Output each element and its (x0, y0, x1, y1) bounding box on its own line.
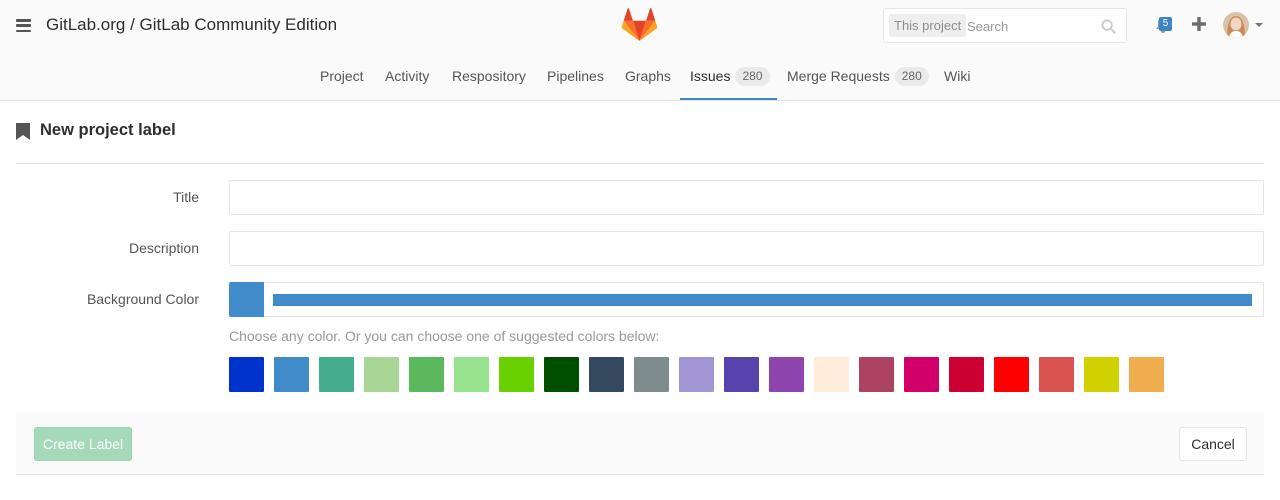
color-swatch[interactable] (319, 357, 354, 392)
color-swatch[interactable] (949, 357, 984, 392)
color-swatch[interactable] (229, 357, 264, 392)
chevron-down-icon[interactable] (1255, 23, 1263, 27)
tab-activity[interactable]: Activity (385, 52, 429, 100)
color-swatch[interactable] (724, 357, 759, 392)
color-swatch[interactable] (544, 357, 579, 392)
page-title-text: New project label (40, 121, 176, 139)
color-swatch[interactable] (1039, 357, 1074, 392)
divider (16, 163, 1264, 164)
color-swatch[interactable] (364, 357, 399, 392)
color-preview-swatch[interactable] (229, 282, 265, 317)
todo-count-badge[interactable]: 5 (1159, 17, 1172, 31)
form-actions: Create Label Cancel (16, 412, 1264, 475)
description-label: Description (128, 240, 199, 256)
color-swatch[interactable] (274, 357, 309, 392)
color-swatch[interactable] (1129, 357, 1164, 392)
tab-label: Pipelines (547, 68, 604, 84)
color-swatch[interactable] (409, 357, 444, 392)
active-tab-indicator (680, 98, 777, 100)
color-swatch[interactable] (994, 357, 1029, 392)
color-swatch[interactable] (769, 357, 804, 392)
project-nav-tabs: Project Activity Respository Pipelines G… (0, 52, 1280, 101)
tab-label: Project (320, 68, 364, 84)
gitlab-logo-icon[interactable] (621, 8, 658, 42)
search-icon (1101, 19, 1116, 34)
title-label: Title (173, 189, 199, 205)
color-swatch[interactable] (679, 357, 714, 392)
top-header: GitLab.org / GitLab Community Edition Th… (0, 0, 1280, 52)
color-swatch[interactable] (454, 357, 489, 392)
tab-label: Graphs (625, 68, 671, 84)
color-swatch[interactable] (1084, 357, 1119, 392)
tab-label: Issues (690, 68, 731, 84)
color-swatch[interactable] (814, 357, 849, 392)
color-swatch[interactable] (499, 357, 534, 392)
tab-pipelines[interactable]: Pipelines (547, 52, 604, 100)
title-field[interactable] (229, 180, 1264, 215)
user-avatar[interactable] (1223, 12, 1249, 38)
tab-issues[interactable]: Issues 280 (690, 52, 770, 100)
color-swatch[interactable] (589, 357, 624, 392)
bookmark-icon (16, 123, 30, 140)
color-value-bar (273, 294, 1252, 306)
tab-wiki[interactable]: Wiki (944, 52, 970, 100)
plus-icon[interactable] (1191, 16, 1207, 32)
color-help-text: Choose any color. Or you can choose one … (229, 328, 660, 344)
color-input[interactable] (264, 282, 1264, 317)
tab-label: Wiki (944, 68, 971, 84)
tab-label: Activity (385, 68, 430, 84)
create-label-button[interactable]: Create Label (34, 427, 132, 461)
menu-icon[interactable] (16, 19, 31, 33)
description-field[interactable] (229, 231, 1264, 266)
tab-merge-requests[interactable]: Merge Requests 280 (787, 52, 929, 100)
background-color-label: Background Color (86, 291, 199, 307)
color-swatch[interactable] (859, 357, 894, 392)
cancel-button[interactable]: Cancel (1179, 427, 1247, 461)
merge-requests-count-badge: 280 (894, 67, 929, 86)
tab-repository[interactable]: Respository (452, 52, 526, 100)
color-swatch[interactable] (904, 357, 939, 392)
tab-label: Respository (452, 68, 526, 84)
color-swatch[interactable] (634, 357, 669, 392)
tab-project[interactable]: Project (320, 52, 364, 100)
search-box[interactable]: This project (883, 8, 1127, 43)
search-input[interactable] (967, 15, 1087, 37)
project-breadcrumb-title[interactable]: GitLab.org / GitLab Community Edition (46, 15, 337, 35)
search-scope-badge[interactable]: This project (889, 14, 967, 37)
issues-count-badge: 280 (735, 67, 770, 86)
tab-graphs[interactable]: Graphs (625, 52, 671, 100)
tab-label: Merge Requests (787, 68, 890, 84)
